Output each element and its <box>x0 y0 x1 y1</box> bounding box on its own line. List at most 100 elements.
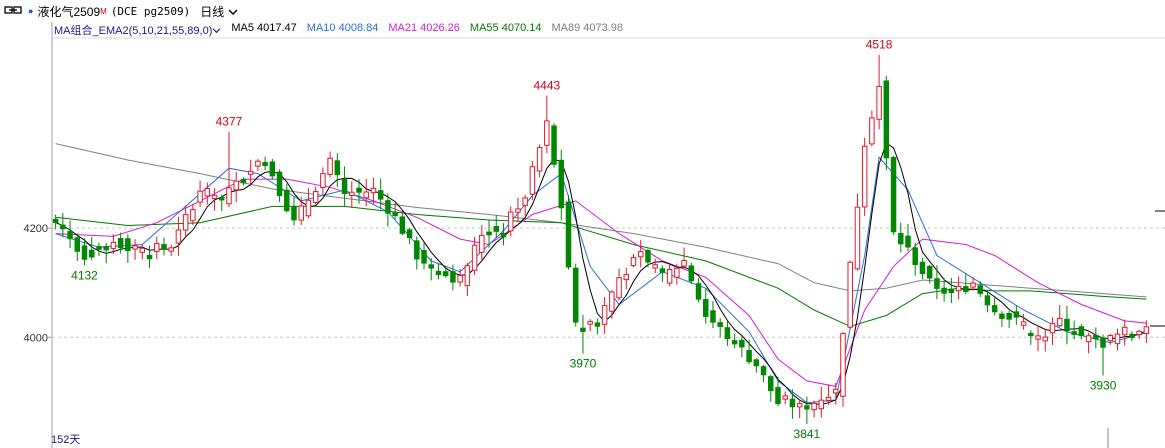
candle-body <box>428 264 434 269</box>
extreme-label-low: 4132 <box>71 268 98 282</box>
candle-body <box>486 231 492 236</box>
candle-body <box>500 232 507 238</box>
candle-body <box>739 339 745 348</box>
candle-body <box>630 257 637 267</box>
ma-line-ma5 <box>55 142 1147 406</box>
candle <box>703 288 709 324</box>
candle-body <box>247 170 254 175</box>
candle-body <box>746 350 752 363</box>
candle-body <box>269 161 276 177</box>
candle-body <box>695 283 702 300</box>
candle <box>334 153 341 188</box>
candle <box>421 241 427 270</box>
candle <box>1100 334 1106 376</box>
candle-body <box>399 216 406 234</box>
candle <box>753 358 760 373</box>
candle-body <box>775 387 781 405</box>
candle-body <box>88 249 95 258</box>
candle <box>471 237 478 276</box>
candle-body <box>565 201 572 268</box>
extreme-label-high: 4443 <box>533 79 560 93</box>
period-selector[interactable]: 日线 <box>200 3 238 20</box>
candle-body <box>782 395 788 400</box>
candle <box>724 320 731 346</box>
candle <box>139 243 146 260</box>
main-contract-flag: M <box>100 6 107 16</box>
candle-body <box>1107 335 1114 342</box>
candle-body <box>1006 313 1012 320</box>
candle <box>182 205 189 239</box>
candle <box>312 186 319 205</box>
candle-body <box>796 403 803 408</box>
candle <box>616 268 622 301</box>
candle-body <box>262 162 268 167</box>
extreme-label-low: 3970 <box>570 357 597 371</box>
candle-body <box>912 247 918 266</box>
y-tick-label: 4200 <box>24 223 48 235</box>
candle-body <box>60 224 66 230</box>
candle <box>717 318 723 338</box>
candle-body <box>789 398 796 408</box>
candle-body <box>869 117 875 145</box>
candle <box>219 194 225 212</box>
candle <box>739 336 745 358</box>
candle-body <box>320 173 326 188</box>
candle-body <box>312 191 319 203</box>
candle <box>594 318 601 335</box>
candle <box>630 253 637 268</box>
candle <box>96 242 102 256</box>
candle-body <box>363 191 369 199</box>
candle-body <box>970 282 976 288</box>
candle <box>587 319 593 332</box>
candle <box>811 400 817 418</box>
bullet-icon: ● <box>28 6 34 16</box>
candle <box>1056 305 1063 328</box>
candle <box>442 266 449 278</box>
candle <box>551 123 557 168</box>
candle <box>262 156 268 170</box>
candle-body <box>154 243 160 252</box>
candle <box>623 267 630 290</box>
ma-line-ma10 <box>55 156 1147 404</box>
candlestick-chart[interactable]: 4000 4200 4377 4132 4443 3970 3841 4518 3930 <box>0 22 1165 448</box>
candle <box>999 311 1005 328</box>
candle-body <box>1136 330 1142 336</box>
candle-body <box>197 190 203 203</box>
extreme-label-low: 3841 <box>794 427 821 441</box>
candle-body <box>977 285 983 294</box>
candle-body <box>724 327 731 340</box>
candle <box>269 158 276 180</box>
candle <box>695 278 702 303</box>
candle-body <box>52 218 59 224</box>
candle <box>666 264 673 287</box>
candle <box>197 180 203 207</box>
candle-body <box>1121 326 1128 336</box>
candle <box>789 389 796 419</box>
candle-body <box>457 275 463 283</box>
label-layer: 4377 4132 4443 3970 3841 4518 3930 <box>71 38 1117 441</box>
candle-body <box>955 285 962 292</box>
candle-body <box>1049 323 1056 334</box>
candle-body <box>190 209 196 222</box>
candle-body <box>688 265 695 282</box>
candle-body <box>219 197 225 201</box>
candle-body <box>356 187 362 193</box>
candle-body <box>623 274 630 281</box>
candle <box>161 237 167 256</box>
candle-body <box>703 299 709 317</box>
candle-body <box>558 159 565 209</box>
candle <box>1143 320 1150 344</box>
candle-body <box>652 264 658 269</box>
candle <box>1049 317 1056 345</box>
link-icon[interactable] <box>4 4 22 18</box>
candle-body <box>139 247 146 253</box>
candle-body <box>515 208 521 213</box>
candle <box>818 386 825 418</box>
candle <box>240 177 247 186</box>
candle <box>464 262 471 296</box>
candle-body <box>1035 335 1041 340</box>
candle <box>1020 313 1027 330</box>
candle-body <box>941 287 947 294</box>
candle-body <box>117 238 124 249</box>
candle <box>435 263 442 280</box>
